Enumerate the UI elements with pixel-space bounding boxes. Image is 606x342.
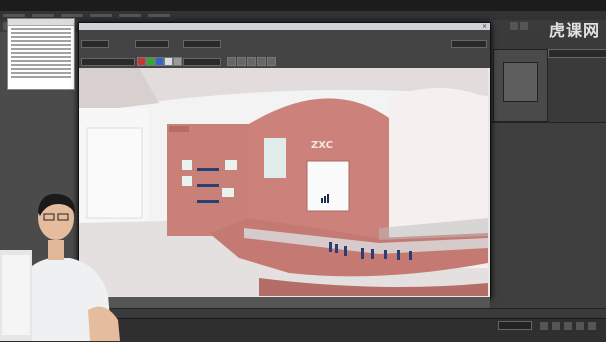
viewport-select[interactable] [135,40,169,48]
close-icon[interactable]: × [482,23,487,30]
stats-line [11,32,71,34]
pan-icon[interactable] [576,322,584,330]
render-setup-icon[interactable] [520,22,528,30]
stats-line [11,28,71,30]
booth-render: ZXC [79,68,488,296]
stats-line [11,52,71,54]
watermark: 虎课网 [548,21,600,40]
menu-item[interactable] [147,14,170,17]
orbit-icon[interactable] [588,322,596,330]
menu-item[interactable] [118,14,141,17]
clear-icon[interactable] [267,57,276,66]
next-frame-icon[interactable] [552,322,560,330]
play-icon[interactable] [540,322,548,330]
menu-item[interactable] [60,14,83,17]
renderer-select[interactable] [81,58,135,66]
menu-item[interactable] [31,14,54,17]
render-icon[interactable] [510,22,518,30]
stats-line [11,40,71,42]
copy-image-icon[interactable] [237,57,246,66]
zoom-icon[interactable] [564,322,572,330]
stats-line [11,76,71,78]
stats-line [11,48,71,50]
material-slot[interactable] [503,62,538,102]
rollout-area [491,122,606,308]
stats-line [11,64,71,66]
render-right-select[interactable] [451,40,487,48]
save-image-icon[interactable] [227,57,236,66]
render-controls [79,30,490,68]
channel-select[interactable] [183,58,221,66]
clone-window-icon[interactable] [247,57,256,66]
presenter-video [0,193,120,341]
rendered-image: ZXC [79,68,488,296]
mono-toggle[interactable] [173,57,182,66]
alpha-channel-toggle[interactable] [164,57,173,66]
menu-item[interactable] [89,14,112,17]
green-channel-toggle[interactable] [146,57,155,66]
area-select[interactable] [81,40,109,48]
right-dropdown[interactable] [548,49,606,58]
panel-title [494,50,547,52]
stats-line [11,72,71,74]
render-window-titlebar: × [79,23,490,30]
stats-line [11,44,71,46]
stats-line [11,56,71,58]
stats-line [11,60,71,62]
print-icon[interactable] [257,57,266,66]
stats-title [8,19,74,26]
time-field[interactable] [498,321,532,330]
menu-bar [0,11,606,20]
menu-item[interactable] [3,14,25,17]
stats-line [11,68,71,70]
stats-line [11,36,71,38]
red-channel-toggle[interactable] [137,57,146,66]
preset-select[interactable] [183,40,221,48]
blue-channel-toggle[interactable] [155,57,164,66]
booth-brand-text: ZXC [311,140,333,151]
time-slider[interactable] [85,297,490,308]
stats-panel [7,18,75,90]
